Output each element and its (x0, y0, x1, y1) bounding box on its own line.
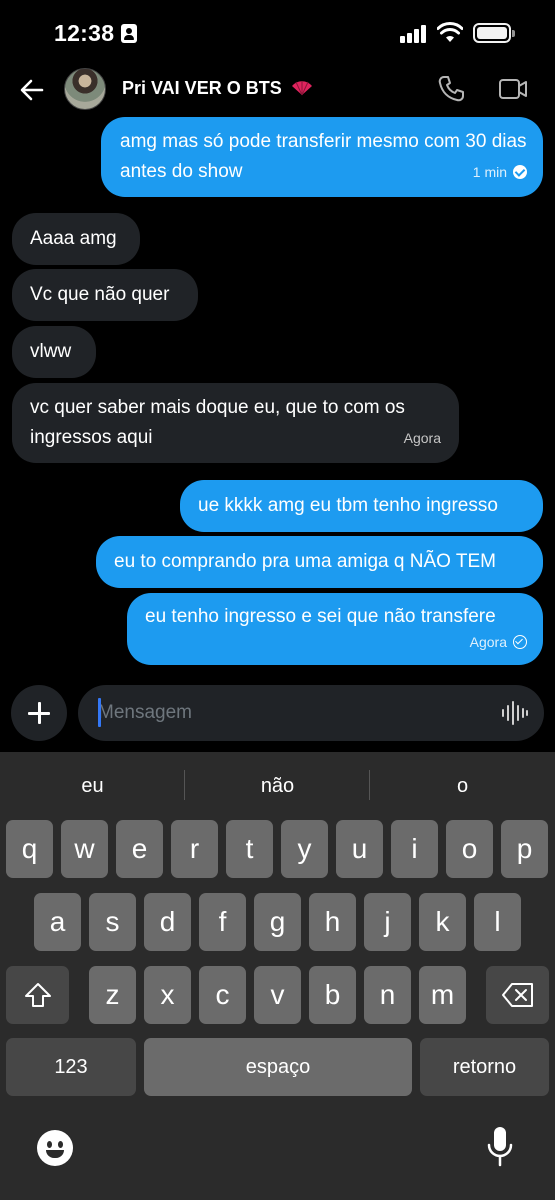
space-key[interactable]: espaço (144, 1038, 412, 1096)
message-bubble-incoming[interactable]: vc quer saber mais doque eu, que to com … (12, 383, 459, 463)
message-bubble-incoming[interactable]: Vc que não quer (12, 269, 198, 321)
key-a[interactable]: a (34, 893, 81, 951)
message-time: Agora (469, 634, 507, 650)
key-h[interactable]: h (309, 893, 356, 951)
voice-message-icon[interactable] (500, 700, 528, 726)
dictation-mic-icon[interactable] (484, 1125, 516, 1169)
message-bubble-incoming[interactable]: vlww (12, 326, 96, 378)
key-e[interactable]: e (116, 820, 163, 878)
phone-call-icon[interactable] (436, 74, 466, 104)
chat-header: Pri VAI VER O BTS (0, 62, 555, 118)
avatar[interactable] (64, 68, 106, 110)
return-key[interactable]: retorno (420, 1038, 549, 1096)
shift-icon (24, 983, 51, 1007)
key-m[interactable]: m (419, 966, 466, 1024)
cellular-signal-icon (400, 25, 428, 43)
add-attachment-button[interactable] (11, 685, 67, 741)
message-text: Aaaa amg (30, 228, 117, 249)
key-b[interactable]: b (309, 966, 356, 1024)
message-time: 1 min (472, 164, 507, 180)
conversation-title[interactable]: Pri VAI VER O BTS (122, 78, 313, 99)
key-r[interactable]: r (171, 820, 218, 878)
key-u[interactable]: u (336, 820, 383, 878)
message-text: amg mas só pode transferir mesmo com 30 … (120, 131, 527, 182)
key-k[interactable]: k (419, 893, 466, 951)
key-q[interactable]: q (6, 820, 53, 878)
read-check-icon (513, 165, 527, 179)
message-text: vc quer saber mais doque eu, que to com … (30, 397, 405, 448)
key-c[interactable]: c (199, 966, 246, 1024)
shift-key[interactable] (6, 966, 69, 1024)
key-v[interactable]: v (254, 966, 301, 1024)
key-g[interactable]: g (254, 893, 301, 951)
keyboard: eu não o q w e r t y u i o p a s d f g h… (0, 752, 555, 1200)
key-t[interactable]: t (226, 820, 273, 878)
key-f[interactable]: f (199, 893, 246, 951)
folding-fan-icon (291, 81, 312, 96)
message-text: Vc que não quer (30, 284, 170, 305)
video-call-icon[interactable] (497, 74, 529, 104)
key-i[interactable]: i (391, 820, 438, 878)
status-time: 12:38 (54, 20, 115, 46)
message-text: eu to comprando pra uma amiga q NÃO TEM (114, 551, 496, 572)
sent-check-icon (513, 635, 527, 649)
message-bubble-outgoing[interactable]: eu to comprando pra uma amiga q NÃO TEM (96, 536, 543, 588)
key-j[interactable]: j (364, 893, 411, 951)
status-bar: 12:38 (0, 0, 555, 62)
conversation-title-text: Pri VAI VER O BTS (122, 78, 282, 98)
key-s[interactable]: s (89, 893, 136, 951)
contact-card-icon (121, 24, 137, 43)
message-input[interactable] (98, 697, 498, 729)
message-meta: 1 min (473, 157, 527, 187)
numbers-key[interactable]: 123 (6, 1038, 136, 1096)
message-meta: Agora (404, 423, 441, 453)
back-arrow-icon[interactable] (16, 74, 48, 106)
message-composer[interactable] (78, 685, 544, 741)
suggestion[interactable]: eu (0, 752, 185, 820)
message-bubble-outgoing[interactable]: ue kkkk amg eu tbm tenho ingresso (180, 480, 543, 532)
battery-icon (473, 23, 515, 43)
delete-backspace-icon (501, 983, 533, 1007)
suggestion[interactable]: o (370, 752, 555, 820)
message-text: eu tenho ingresso e sei que não transfer… (145, 606, 496, 627)
suggestion[interactable]: não (185, 752, 370, 820)
message-text: ue kkkk amg eu tbm tenho ingresso (198, 495, 498, 516)
key-p[interactable]: p (501, 820, 548, 878)
delete-key[interactable] (486, 966, 549, 1024)
key-n[interactable]: n (364, 966, 411, 1024)
message-meta: Agora (470, 627, 527, 657)
key-y[interactable]: y (281, 820, 328, 878)
key-x[interactable]: x (144, 966, 191, 1024)
text-cursor (98, 698, 101, 727)
key-o[interactable]: o (446, 820, 493, 878)
message-bubble-outgoing[interactable]: amg mas só pode transferir mesmo com 30 … (101, 117, 543, 197)
key-l[interactable]: l (474, 893, 521, 951)
emoji-icon[interactable] (37, 1130, 73, 1166)
message-time: Agora (403, 430, 441, 446)
key-d[interactable]: d (144, 893, 191, 951)
key-w[interactable]: w (61, 820, 108, 878)
key-z[interactable]: z (89, 966, 136, 1024)
message-bubble-outgoing[interactable]: eu tenho ingresso e sei que não transfer… (127, 593, 543, 665)
wifi-icon (437, 22, 463, 42)
message-text: vlww (30, 341, 72, 362)
message-bubble-incoming[interactable]: Aaaa amg (12, 213, 140, 265)
